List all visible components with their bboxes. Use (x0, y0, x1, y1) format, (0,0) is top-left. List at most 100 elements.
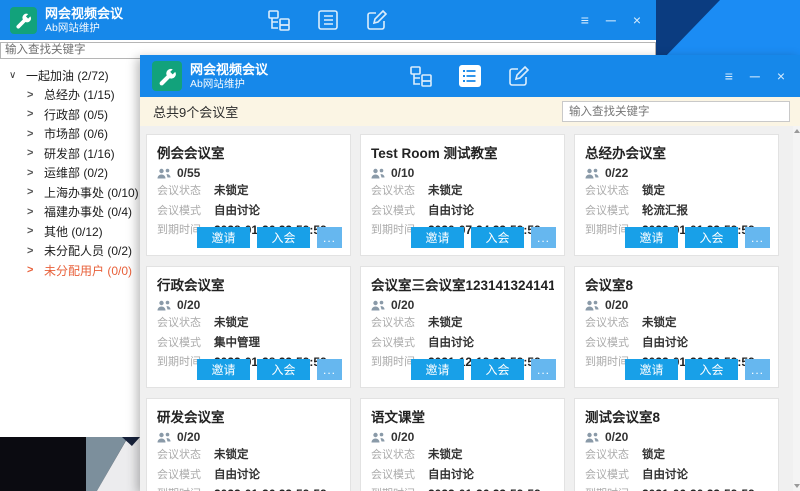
menu-icon[interactable]: ≡ (581, 13, 589, 27)
room-actions: 邀请 入会 ... (197, 359, 342, 380)
invite-button[interactable]: 邀请 (197, 359, 250, 380)
org-chart-icon[interactable] (267, 8, 291, 32)
close-icon[interactable]: × (777, 69, 785, 83)
room-mode-value: 自由讨论 (214, 203, 260, 220)
more-button[interactable]: ... (531, 359, 556, 380)
room-occupancy: 0/20 (371, 298, 554, 312)
room-status-value: 锁定 (642, 447, 665, 464)
room-status-row: 会议状态 未锁定 (371, 315, 554, 332)
chevron-right-icon[interactable]: > (27, 89, 37, 101)
meeting-room-card[interactable]: 会议室8 0/20 会议状态 未锁定 会议模式 自由讨论 到期时间 (574, 266, 779, 388)
chevron-right-icon[interactable]: > (27, 167, 37, 179)
menu-icon[interactable]: ≡ (725, 69, 733, 83)
room-occupancy: 0/20 (157, 430, 340, 444)
more-button[interactable]: ... (317, 359, 342, 380)
tree-item-label: 运维部 (0/2) (44, 164, 108, 181)
scroll-up-icon[interactable] (794, 129, 800, 133)
meeting-list-icon[interactable] (316, 8, 340, 32)
org-chart-icon[interactable] (409, 64, 433, 88)
room-status-row: 会议状态 未锁定 (157, 315, 340, 332)
chevron-down-icon[interactable]: ∨ (9, 70, 19, 81)
meeting-room-card[interactable]: 研发会议室 0/20 会议状态 未锁定 会议模式 自由讨论 到期时间 (146, 398, 351, 491)
join-button[interactable]: 入会 (685, 227, 738, 248)
room-name: 例会会议室 (157, 142, 340, 162)
participants-icon (157, 432, 171, 443)
room-status-label: 会议状态 (585, 183, 642, 200)
more-button[interactable]: ... (745, 227, 770, 248)
more-button[interactable]: ... (317, 227, 342, 248)
meeting-room-card[interactable]: 测试会议室8 0/20 会议状态 锁定 会议模式 自由讨论 到期时间 (574, 398, 779, 491)
invite-button[interactable]: 邀请 (197, 227, 250, 248)
vertical-scrollbar[interactable] (793, 126, 800, 491)
room-mode-label: 会议模式 (157, 467, 214, 484)
chevron-right-icon[interactable]: > (27, 264, 37, 276)
app-title: 网会视频会议 (45, 6, 123, 22)
room-occupancy: 0/55 (157, 166, 340, 180)
room-occupancy: 0/20 (371, 430, 554, 444)
wrench-icon (158, 67, 177, 86)
join-button[interactable]: 入会 (257, 227, 310, 248)
wallpaper-top-right (656, 0, 800, 55)
room-mode-label: 会议模式 (585, 467, 642, 484)
room-mode-row: 会议模式 自由讨论 (371, 203, 554, 220)
chevron-right-icon[interactable]: > (27, 245, 37, 257)
meeting-room-card[interactable]: 会议室三会议室123141324141三会... 0/20 会议状态 未锁定 会… (360, 266, 565, 388)
join-button[interactable]: 入会 (471, 359, 524, 380)
chevron-right-icon[interactable]: > (27, 186, 37, 198)
room-mode-value: 自由讨论 (642, 335, 688, 352)
room-occupancy-value: 0/22 (605, 166, 628, 180)
compose-icon[interactable] (365, 8, 389, 32)
meeting-list-icon-active[interactable] (458, 64, 482, 88)
room-search-input[interactable] (562, 101, 790, 122)
scroll-down-icon[interactable] (794, 484, 800, 488)
minimize-icon[interactable]: ─ (606, 13, 616, 27)
room-occupancy: 0/20 (585, 298, 768, 312)
room-name: 研发会议室 (157, 406, 340, 426)
chevron-right-icon[interactable]: > (27, 147, 37, 159)
join-button[interactable]: 入会 (471, 227, 524, 248)
room-status-value: 未锁定 (214, 315, 249, 332)
room-mode-row: 会议模式 轮流汇报 (585, 203, 768, 220)
meeting-room-card[interactable]: 语文课堂 0/20 会议状态 未锁定 会议模式 自由讨论 到期时间 (360, 398, 565, 491)
meeting-window-controls: ≡ ─ × (725, 69, 800, 83)
room-mode-label: 会议模式 (585, 203, 642, 220)
invite-button[interactable]: 邀请 (411, 227, 464, 248)
meeting-room-card[interactable]: 总经办会议室 0/22 会议状态 锁定 会议模式 轮流汇报 到期时间 (574, 134, 779, 256)
room-mode-label: 会议模式 (157, 335, 214, 352)
meeting-room-card[interactable]: 例会会议室 0/55 会议状态 未锁定 会议模式 自由讨论 到期时间 (146, 134, 351, 256)
participants-icon (585, 168, 599, 179)
room-name: 测试会议室8 (585, 406, 768, 426)
minimize-icon[interactable]: ─ (750, 69, 760, 83)
room-actions: 邀请 入会 ... (411, 227, 556, 248)
more-button[interactable]: ... (531, 227, 556, 248)
room-occupancy-value: 0/20 (605, 430, 628, 444)
room-status-label: 会议状态 (371, 315, 428, 332)
room-status-row: 会议状态 锁定 (585, 447, 768, 464)
tree-item-label: 其他 (0/12) (44, 223, 103, 240)
room-status-row: 会议状态 未锁定 (157, 447, 340, 464)
invite-button[interactable]: 邀请 (625, 227, 678, 248)
join-button[interactable]: 入会 (257, 359, 310, 380)
invite-button[interactable]: 邀请 (625, 359, 678, 380)
chevron-right-icon[interactable]: > (27, 108, 37, 120)
chevron-right-icon[interactable]: > (27, 128, 37, 140)
compose-icon[interactable] (507, 64, 531, 88)
room-actions: 邀请 入会 ... (197, 227, 342, 248)
app-logo (152, 61, 182, 91)
meeting-info-bar: 总共9个会议室 (140, 97, 800, 126)
room-occupancy-value: 0/20 (391, 298, 414, 312)
close-icon[interactable]: × (633, 13, 641, 27)
meeting-room-card[interactable]: 行政会议室 0/20 会议状态 未锁定 会议模式 集中管理 到期时间 (146, 266, 351, 388)
more-button[interactable]: ... (745, 359, 770, 380)
chevron-right-icon[interactable]: > (27, 206, 37, 218)
join-button[interactable]: 入会 (685, 359, 738, 380)
room-mode-row: 会议模式 集中管理 (157, 335, 340, 352)
meeting-room-card[interactable]: Test Room 测试教室 0/10 会议状态 未锁定 会议模式 自由讨论 (360, 134, 565, 256)
room-mode-label: 会议模式 (371, 467, 428, 484)
room-mode-label: 会议模式 (585, 335, 642, 352)
tree-root-label: 一起加油 (2/72) (26, 67, 109, 84)
room-status-label: 会议状态 (371, 447, 428, 464)
app-subtitle: Ab网站维护 (190, 78, 268, 91)
chevron-right-icon[interactable]: > (27, 225, 37, 237)
invite-button[interactable]: 邀请 (411, 359, 464, 380)
